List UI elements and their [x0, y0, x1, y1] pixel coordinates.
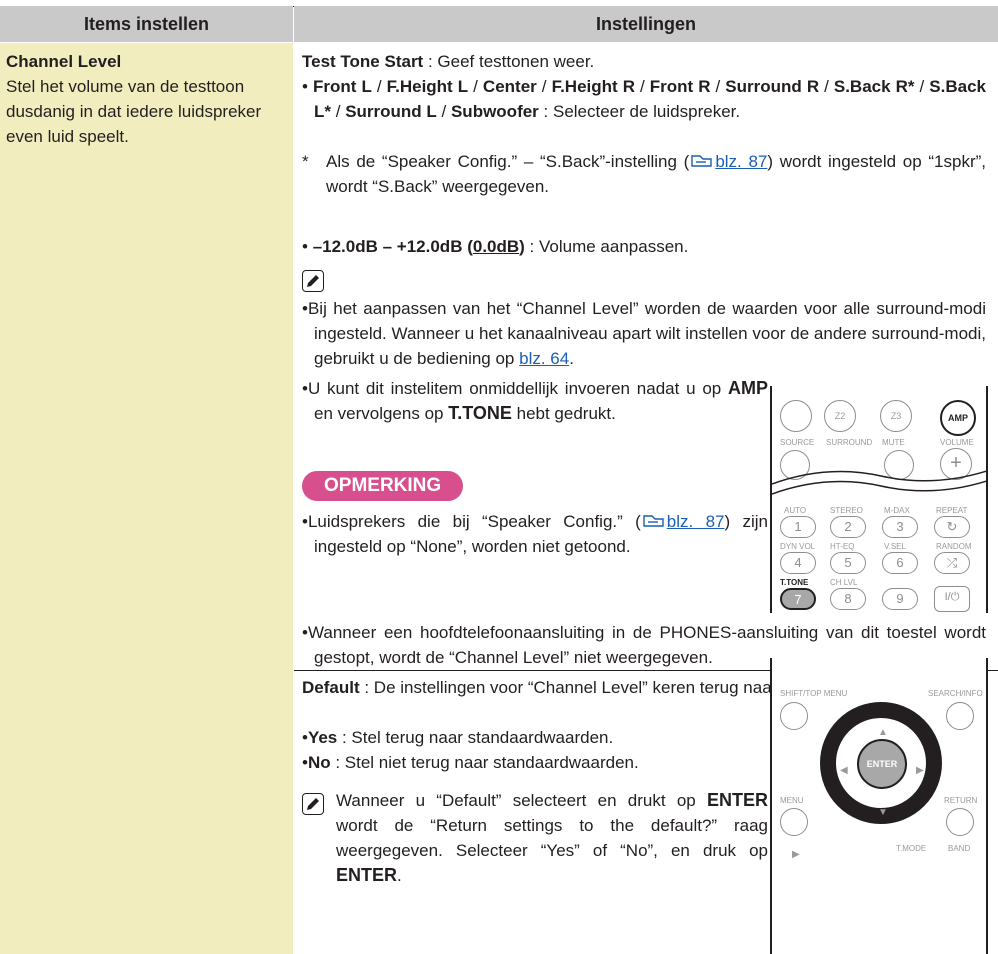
speaker-front-r: Front R [649, 77, 711, 96]
speaker-surround-r: Surround R [725, 77, 820, 96]
amp-key-label: AMP [728, 378, 768, 398]
default-label: Default [302, 678, 360, 697]
speaker-surround-l: Surround L [345, 102, 437, 121]
enter-key-label: ENTER [706, 790, 768, 810]
speaker-front-l: Front L [312, 77, 372, 96]
speaker-subwoofer: Subwoofer [450, 102, 539, 121]
tip-section [302, 267, 324, 292]
test-tone-line: Test Tone Start : Geef testtonen weer. [302, 49, 986, 74]
remote-enter-button: ENTER [857, 739, 907, 789]
remote-illustration-enter: SHIFT/TOP MENU SEARCH/INFO ▲ ▼ ◀ ▶ ENTER… [770, 658, 988, 954]
pencil-note-icon [302, 792, 324, 815]
link-blz-64[interactable]: blz. 64 [519, 349, 569, 368]
remote-z3-button: Z3 [880, 400, 912, 432]
volume-default: 0.0dB [472, 237, 520, 256]
header-items: Items instellen [0, 6, 293, 42]
sback-note: * Als de “Speaker Config.” – “S.Back”-ins… [302, 152, 986, 196]
speaker-sback-r: S.Back R [833, 77, 908, 96]
tip-amp-ttone: •U kunt dit instelitem onmiddellijk invo… [302, 378, 768, 423]
speaker-fheight-r: F.Height R [551, 77, 635, 96]
test-tone-text: : Geef testtonen weer. [423, 52, 595, 71]
remote-amp-button: AMP [940, 400, 976, 436]
link-blz-87-a[interactable]: blz. 87 [715, 152, 767, 171]
item-title: Channel Level [6, 52, 122, 71]
ttone-key-label: T.TONE [448, 403, 512, 423]
remote-illustration-amp: Z2 Z3 AMP SOURCE SURROUND MUTE VOLUME + … [770, 386, 988, 613]
speaker-select-text: : Selecteer de luidspreker. [538, 102, 741, 121]
remote-menu-button [780, 400, 812, 432]
speaker-fheight-l: F.Height L [386, 77, 469, 96]
opmerking-note: •Luidsprekers die bij “Speaker Config.” … [302, 512, 768, 556]
page-reference-icon [643, 515, 664, 527]
header-settings: Instellingen [294, 6, 998, 42]
default-section: Default : De instellingen voor “Channel … [294, 658, 998, 954]
speaker-list: • Front L / F.Height L / Center / F.Heig… [302, 77, 986, 121]
item-description: Stel het volume van de testtoon dusdanig… [6, 77, 262, 146]
test-tone-label: Test Tone Start [302, 52, 424, 71]
item-column: Channel Level Stel het volume van de tes… [0, 43, 293, 954]
opmerking-badge: OPMERKING [302, 471, 464, 501]
page-reference-icon [691, 155, 713, 167]
speaker-center: Center [482, 77, 537, 96]
remote-ttone-button: 7 [780, 588, 816, 610]
remote-z2-button: Z2 [824, 400, 856, 432]
pencil-note-icon [302, 269, 324, 292]
tip-channel-level: •Bij het aanpassen van het “Channel Leve… [302, 299, 986, 368]
default-tip: Wanneer u “Default” selecteert en drukt … [336, 790, 768, 885]
link-blz-87-b[interactable]: blz. 87 [667, 512, 725, 531]
volume-line: • –12.0dB – +12.0dB (0.0dB) : Volume aan… [302, 237, 689, 256]
cutaway-wave [772, 470, 986, 498]
